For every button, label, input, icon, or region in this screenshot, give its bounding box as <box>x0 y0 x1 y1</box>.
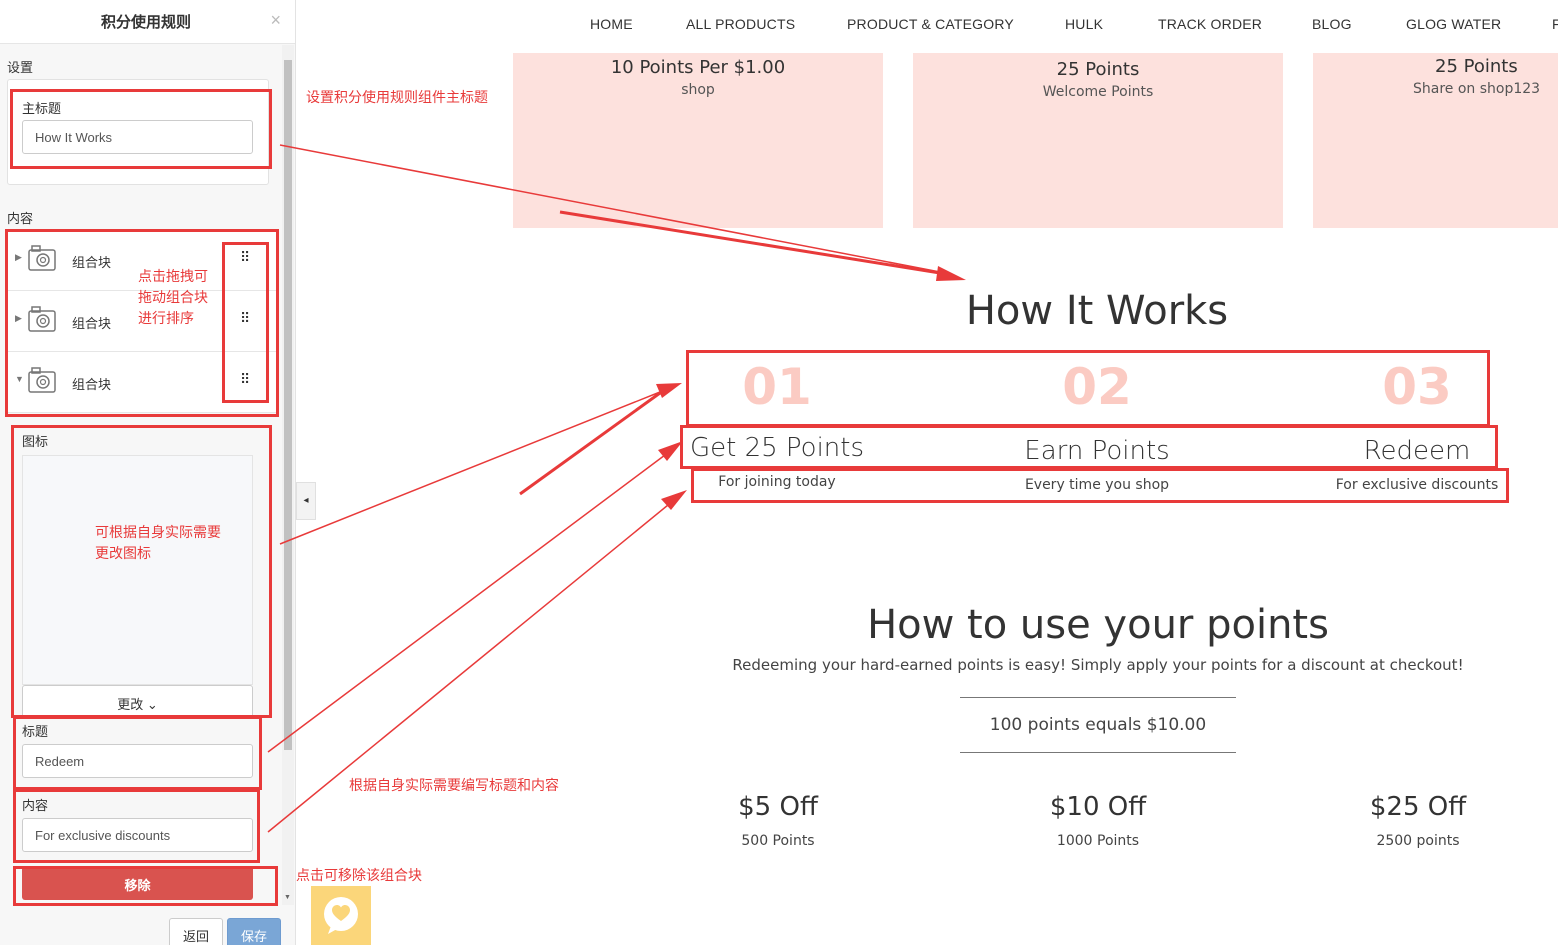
annotation-remove-note: 点击可移除该组合块 <box>296 867 422 883</box>
use-points-heading: How to use your points <box>867 602 1329 648</box>
annotation-box-drag <box>222 242 269 403</box>
offer-title: $5 Off <box>738 792 818 822</box>
points-tile: 25 Points Welcome Points <box>913 53 1283 228</box>
nav-overflow-item[interactable]: F <box>1552 16 1558 32</box>
annotation-box-step-descs <box>691 468 1509 503</box>
points-tile: 25 Points Share on shop123 <box>1313 53 1558 228</box>
nav-home[interactable]: HOME <box>590 16 633 32</box>
annotation-box-title-field <box>13 716 262 790</box>
save-button[interactable]: 保存 <box>227 918 281 945</box>
scrollbar-thumb[interactable] <box>284 60 292 750</box>
tile-subtitle: Welcome Points <box>1042 84 1154 100</box>
scroll-down-icon[interactable]: ▼ <box>284 894 291 901</box>
annotation-box-remove <box>13 866 278 906</box>
annotation-box-title <box>10 89 272 169</box>
collapse-panel-button[interactable]: ◂ <box>296 482 316 520</box>
panel-scrollbar[interactable]: ▼ <box>282 45 294 905</box>
nav-hulk[interactable]: HULK <box>1065 16 1103 32</box>
annotation-icon-note: 可根据自身实际需要 更改图标 <box>95 524 221 561</box>
tile-title: 25 Points <box>1056 59 1140 80</box>
back-button[interactable]: 返回 <box>169 918 223 945</box>
offer-title: $10 Off <box>1049 792 1147 822</box>
divider <box>960 752 1236 753</box>
nav-track-order[interactable]: TRACK ORDER <box>1158 16 1262 32</box>
tile-title: 25 Points <box>1435 56 1518 77</box>
annotation-box-step-titles <box>680 425 1498 469</box>
use-points-subtitle: Redeeming your hard-earned points is eas… <box>732 656 1464 674</box>
tile-title: 10 Points Per $1.00 <box>610 57 786 78</box>
annotation-edit-note: 根据自身实际需要编写标题和内容 <box>349 777 559 793</box>
offer-points: 2500 points <box>1376 833 1460 849</box>
settings-section-label: 设置 <box>7 60 34 75</box>
tile-subtitle: Share on shop123 <box>1413 81 1541 97</box>
panel-title: 积分使用规则 <box>100 14 191 31</box>
chat-heart-icon <box>324 897 358 934</box>
points-tile: 10 Points Per $1.00 shop <box>513 53 883 228</box>
annotation-drag-note: 点击拖拽可 拖动组合块 进行排序 <box>138 268 208 326</box>
nav-product-category[interactable]: PRODUCT & CATEGORY <box>847 16 1014 32</box>
nav-glog-water[interactable]: GLOG WATER <box>1406 16 1501 32</box>
annotation-title-note: 设置积分使用规则组件主标题 <box>306 89 488 105</box>
close-icon[interactable]: × <box>270 10 281 31</box>
annotation-box-icon <box>11 425 272 718</box>
how-it-works-heading: How It Works <box>965 288 1229 334</box>
offer-title: $25 Off <box>1369 792 1467 822</box>
tile-subtitle: shop <box>681 82 715 98</box>
annotation-box-numbers <box>686 350 1490 427</box>
points-ratio: 100 points equals $10.00 <box>989 715 1207 735</box>
offer-points: 1000 Points <box>1056 833 1140 849</box>
panel-header: 积分使用规则 × <box>0 0 295 44</box>
nav-blog[interactable]: BLOG <box>1312 16 1352 32</box>
divider <box>960 697 1236 698</box>
offer-points: 500 Points <box>741 833 815 849</box>
nav-all-products[interactable]: ALL PRODUCTS <box>686 16 795 32</box>
content-section-label: 内容 <box>7 211 34 226</box>
chat-widget-button[interactable] <box>311 886 371 945</box>
annotation-box-content-field <box>13 789 260 863</box>
